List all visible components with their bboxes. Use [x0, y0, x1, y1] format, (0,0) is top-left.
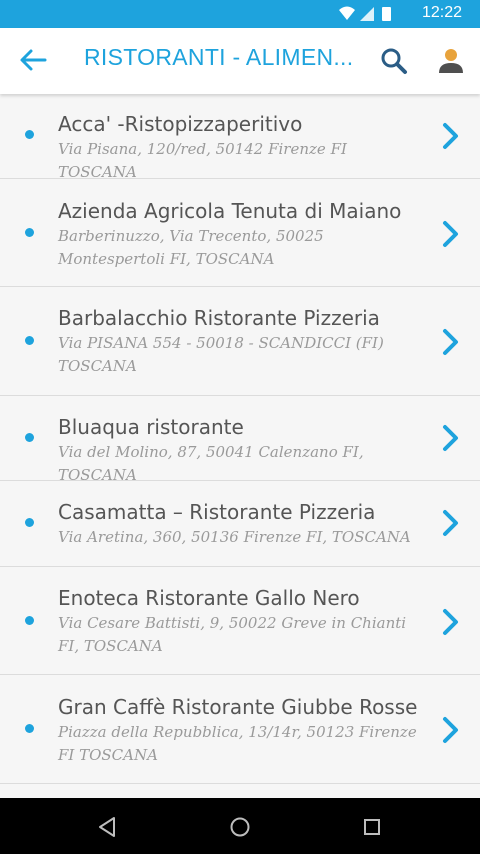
app-bar: RISTORANTI - ALIMEN... [0, 28, 480, 94]
chevron-right-icon[interactable] [440, 715, 462, 745]
status-icons [339, 6, 391, 21]
nav-home-icon[interactable] [227, 814, 253, 840]
item-name: Gran Caffè Ristorante Giubbe Rosse [58, 695, 418, 719]
bullet-icon [25, 518, 34, 527]
status-bar: 12:22 [0, 0, 480, 28]
navigation-bar [0, 798, 480, 854]
search-icon[interactable] [380, 47, 408, 75]
nav-recents-icon[interactable] [359, 814, 385, 840]
item-name: Bluaqua ristorante [58, 415, 244, 439]
item-address: Barberinuzzo, Via Trecento, 50025 Montes… [58, 227, 324, 268]
list-item[interactable]: Azienda Agricola Tenuta di Maiano Barber… [0, 179, 480, 287]
item-name: Barbalacchio Ristorante Pizzeria [58, 306, 380, 330]
list-item[interactable]: Bluaqua ristorante Via del Molino, 87, 5… [0, 396, 480, 484]
list-item[interactable]: Barbalacchio Ristorante Pizzeria Via PIS… [0, 287, 480, 396]
chevron-right-icon[interactable] [440, 423, 462, 453]
bullet-icon [25, 130, 34, 139]
nav-back-icon[interactable] [95, 814, 121, 840]
list-item[interactable]: Casamatta – Ristorante Pizzeria Via Aret… [0, 481, 480, 567]
page-title: RISTORANTI - ALIMEN... [84, 44, 354, 70]
bullet-icon [25, 228, 34, 237]
battery-icon [382, 7, 391, 21]
chevron-right-icon[interactable] [440, 607, 462, 637]
signal-icon [360, 7, 374, 21]
list-item[interactable]: Gran Caffè Ristorante Giubbe Rosse Piazz… [0, 675, 480, 784]
item-name: Casamatta – Ristorante Pizzeria [58, 500, 376, 524]
back-arrow-icon[interactable] [18, 48, 48, 72]
item-address: Via Aretina, 360, 50136 Firenze FI, TOSC… [58, 528, 411, 546]
bullet-icon [25, 724, 34, 733]
bullet-icon [25, 433, 34, 442]
list-item[interactable]: Acca' -Ristopizzaperitivo Via Pisana, 12… [0, 94, 480, 181]
chevron-right-icon[interactable] [440, 121, 462, 151]
account-icon[interactable] [437, 47, 465, 75]
item-name: Enoteca Ristorante Gallo Nero [58, 586, 360, 610]
status-time: 12:22 [421, 4, 462, 21]
bullet-icon [25, 336, 34, 345]
restaurant-list: Acca' -Ristopizzaperitivo Via Pisana, 12… [0, 94, 480, 798]
item-address: Via PISANA 554 - 50018 - SCANDICCI (FI) … [58, 334, 384, 375]
list-item[interactable]: Enoteca Ristorante Gallo Nero Via Cesare… [0, 567, 480, 675]
bullet-icon [25, 616, 34, 625]
item-address: Via Pisana, 120/red, 50142 Firenze FI TO… [58, 140, 347, 181]
item-name: Azienda Agricola Tenuta di Maiano [58, 199, 402, 223]
item-address: Piazza della Repubblica, 13/14r, 50123 F… [58, 723, 417, 764]
item-name: Acca' -Ristopizzaperitivo [58, 112, 303, 136]
wifi-icon [339, 6, 355, 20]
chevron-right-icon[interactable] [440, 219, 462, 249]
chevron-right-icon[interactable] [440, 327, 462, 357]
chevron-right-icon[interactable] [440, 508, 462, 538]
item-address: Via Cesare Battisti, 9, 50022 Greve in C… [58, 614, 407, 655]
